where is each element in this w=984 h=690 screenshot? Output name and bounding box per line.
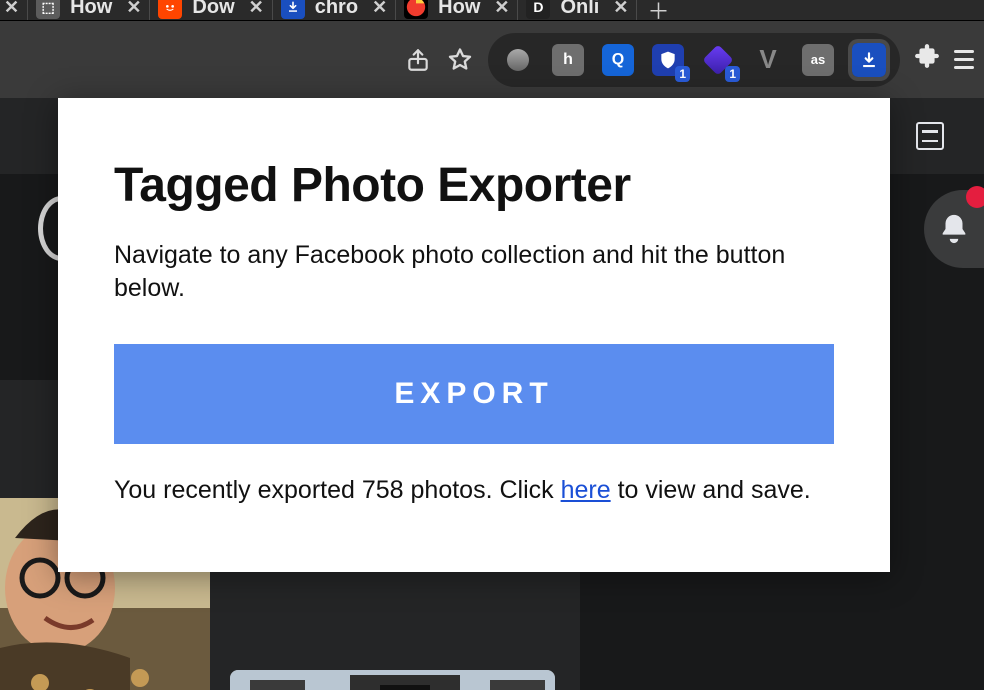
extension-popup: Tagged Photo Exporter Navigate to any Fa… xyxy=(58,98,890,572)
close-icon[interactable]: ✕ xyxy=(372,0,387,18)
status-text: to view and save. xyxy=(611,476,811,504)
new-tab-button[interactable]: ＋ xyxy=(643,0,673,20)
extension-q-icon[interactable]: Q xyxy=(602,44,634,76)
extension-badge: 1 xyxy=(675,66,690,82)
browser-menu-icon[interactable] xyxy=(954,50,974,69)
browser-tab[interactable]: How ✕ xyxy=(396,0,517,20)
share-icon[interactable] xyxy=(404,46,432,74)
tab-title: How xyxy=(438,0,480,19)
extension-lastfm-icon[interactable]: as xyxy=(802,44,834,76)
extension-badge: 1 xyxy=(725,66,740,82)
close-icon[interactable]: ✕ xyxy=(494,0,509,18)
extensions-tray: h Q 1 1 V as xyxy=(488,33,900,87)
tab-title: chro xyxy=(315,0,358,19)
browser-tab[interactable]: Dow ✕ xyxy=(150,0,271,20)
extensions-menu-icon[interactable] xyxy=(914,43,940,76)
export-button[interactable]: EXPORT xyxy=(114,344,834,444)
tab-title: Onli xyxy=(560,0,599,19)
browser-tab[interactable]: D Onli ✕ xyxy=(518,0,636,20)
extension-icon[interactable] xyxy=(502,44,534,76)
popup-description: Navigate to any Facebook photo collectio… xyxy=(114,239,834,304)
export-status: You recently exported 758 photos. Click … xyxy=(114,476,834,505)
close-icon[interactable]: ✕ xyxy=(249,0,264,18)
tab-favicon: D xyxy=(526,0,550,19)
browser-tab[interactable]: ✕ xyxy=(0,0,27,20)
tab-title: How xyxy=(70,0,112,19)
extension-honey-icon[interactable]: h xyxy=(552,44,584,76)
browser-tab[interactable]: chro ✕ xyxy=(273,0,395,20)
tab-favicon xyxy=(404,0,428,19)
bookmark-star-icon[interactable] xyxy=(446,46,474,74)
popup-title: Tagged Photo Exporter xyxy=(114,158,834,213)
notification-dot xyxy=(966,186,984,208)
tab-favicon: ⬚ xyxy=(36,0,60,19)
browser-tab[interactable]: ⬚ How ✕ xyxy=(28,0,149,20)
status-count: 758 xyxy=(362,476,404,504)
extension-v-icon[interactable]: V xyxy=(752,44,784,76)
tab-favicon xyxy=(281,0,305,19)
status-text: You recently exported xyxy=(114,476,362,504)
close-icon[interactable]: ✕ xyxy=(126,0,141,18)
view-export-link[interactable]: here xyxy=(561,476,611,504)
extension-diamond-icon[interactable]: 1 xyxy=(702,44,734,76)
browser-toolbar: h Q 1 1 V as xyxy=(0,20,984,98)
extension-shield-icon[interactable]: 1 xyxy=(652,44,684,76)
tab-separator xyxy=(636,0,637,20)
bell-icon xyxy=(937,212,971,246)
status-text: photos. Click xyxy=(404,476,561,504)
photo-thumbnail[interactable] xyxy=(230,670,555,690)
tab-favicon xyxy=(158,0,182,19)
list-view-icon[interactable] xyxy=(916,122,944,150)
tab-title: Dow xyxy=(192,0,234,19)
browser-tabstrip: ✕ ⬚ How ✕ Dow ✕ chro ✕ How ✕ D Onli ✕ ＋ xyxy=(0,0,984,20)
extension-exporter-icon[interactable] xyxy=(852,43,886,77)
close-icon[interactable]: ✕ xyxy=(4,0,19,18)
close-icon[interactable]: ✕ xyxy=(613,0,628,18)
